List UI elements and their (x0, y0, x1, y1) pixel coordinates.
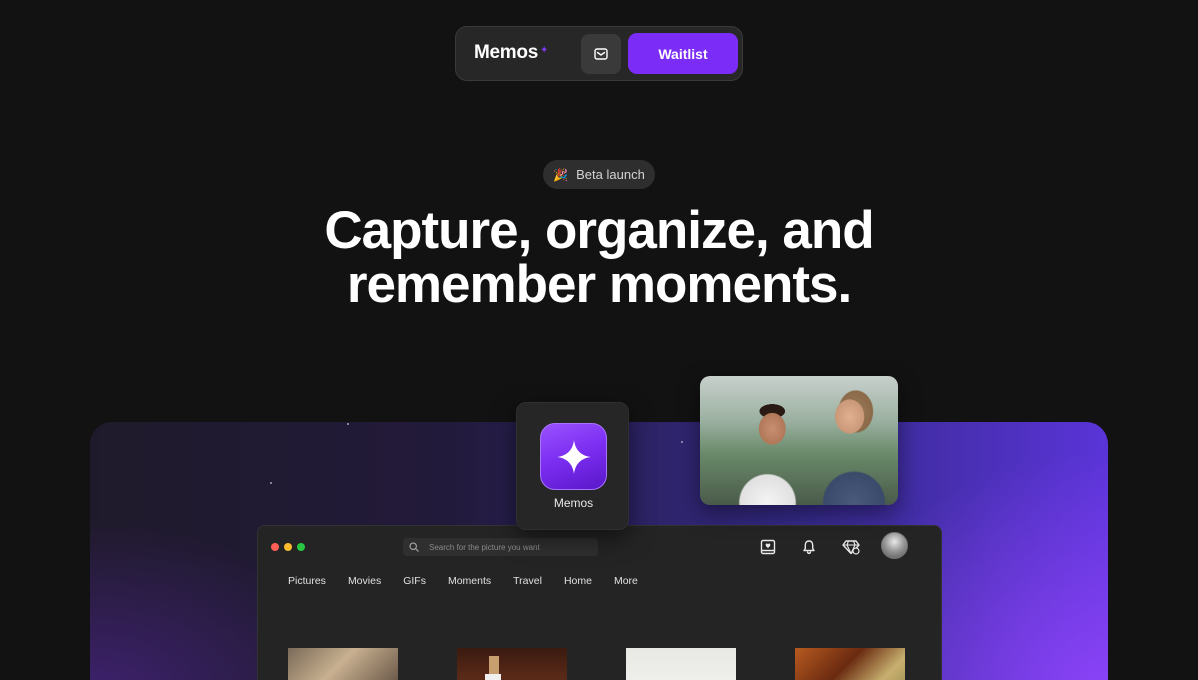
beta-badge-label: Beta launch (576, 167, 645, 182)
tab-travel[interactable]: Travel (513, 575, 542, 587)
sparkle-icon: ✦ (540, 45, 549, 56)
star-dot (270, 482, 272, 484)
party-popper-icon: 🎉 (553, 167, 569, 182)
mail-button[interactable] (581, 34, 621, 74)
premium-button[interactable] (841, 537, 861, 557)
app-icon-card: Memos (516, 402, 629, 530)
maximize-window-button[interactable] (297, 543, 305, 551)
beta-badge: 🎉 Beta launch (543, 160, 655, 189)
photo-thumbnail[interactable] (626, 648, 736, 680)
search-icon (409, 542, 419, 552)
tab-movies[interactable]: Movies (348, 575, 381, 587)
sparkle-star-icon (556, 439, 591, 474)
notifications-button[interactable] (799, 537, 819, 557)
waitlist-button[interactable]: Waitlist (628, 33, 738, 74)
bell-icon (803, 540, 815, 555)
tab-pictures[interactable]: Pictures (288, 575, 326, 587)
category-tabs: Pictures Movies GIFs Moments Travel Home… (288, 575, 660, 587)
photo-thumbnail[interactable] (795, 648, 905, 680)
app-icon-label: Memos (553, 496, 594, 510)
photo-subject (720, 398, 815, 505)
app-icon[interactable] (540, 423, 607, 490)
star-dot (347, 423, 349, 425)
app-window: Search for the picture you want Pictures… (257, 525, 942, 680)
search-bar[interactable]: Search for the picture you want (403, 538, 598, 556)
diamond-icon (842, 540, 860, 555)
minimize-window-button[interactable] (284, 543, 292, 551)
tab-moments[interactable]: Moments (448, 575, 491, 587)
tab-gifs[interactable]: GIFs (403, 575, 426, 587)
tab-more[interactable]: More (614, 575, 638, 587)
avatar[interactable] (881, 532, 908, 559)
mail-icon (594, 48, 608, 60)
tab-home[interactable]: Home (564, 575, 592, 587)
hero-headline: Capture, organize, and remember moments. (324, 201, 874, 314)
close-window-button[interactable] (271, 543, 279, 551)
star-dot (681, 441, 683, 443)
top-nav: Memos ✦ Waitlist (455, 26, 743, 81)
search-input[interactable]: Search for the picture you want (429, 543, 540, 552)
heart-frame-icon (760, 539, 776, 555)
couple-photo (700, 376, 898, 505)
saved-photos-button[interactable] (758, 537, 778, 557)
logo[interactable]: Memos (474, 42, 538, 64)
photo-thumbnail[interactable] (457, 648, 567, 680)
photo-subject (810, 384, 898, 505)
thumbnail-detail (485, 674, 501, 680)
photo-thumbnail[interactable] (288, 648, 398, 680)
